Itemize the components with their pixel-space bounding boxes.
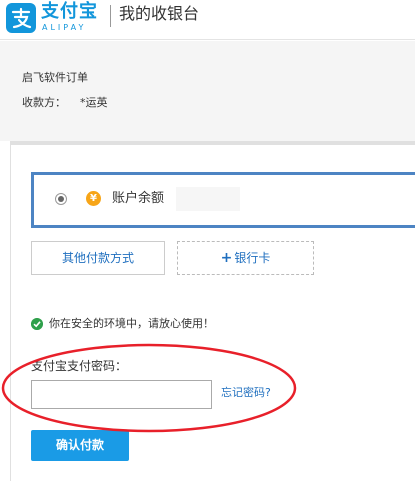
radio-selected-dot — [58, 196, 64, 202]
balance-amount-field — [176, 187, 240, 211]
yen-icon: ¥ — [86, 191, 101, 206]
plus-icon: + — [220, 250, 233, 266]
payee-value: *运英 — [80, 96, 108, 109]
bank-card-label: 银行卡 — [234, 251, 271, 265]
payee-label: 收款方： — [22, 96, 66, 109]
password-label: 支付宝支付密码： — [31, 359, 128, 373]
balance-radio[interactable] — [55, 193, 67, 205]
security-message: 你在安全的环境中，请放心使用！ — [49, 317, 214, 330]
order-info-band — [0, 41, 415, 141]
logo-subtitle: ALIPAY — [42, 23, 87, 32]
cashier-page: 支付宝 ALIPAY 我的收银台 启飞软件订单 收款方： *运英 ¥ 账户余额 … — [0, 0, 415, 481]
confirm-payment-button[interactable]: 确认付款 — [31, 430, 129, 461]
forgot-password-link[interactable]: 忘记密码? — [221, 386, 271, 400]
logo-name: 支付宝 — [41, 1, 98, 22]
order-name: 启飞软件订单 — [22, 71, 88, 84]
header-divider — [110, 5, 111, 27]
page-title: 我的收银台 — [119, 4, 200, 23]
balance-label: 账户余额 — [112, 191, 165, 206]
payment-password-input[interactable] — [31, 380, 212, 409]
add-bank-card-button[interactable]: + 银行卡 — [177, 241, 314, 275]
check-circle-icon — [31, 318, 43, 330]
header: 支付宝 ALIPAY 我的收银台 — [0, 0, 415, 40]
other-payment-methods-button[interactable]: 其他付款方式 — [31, 241, 165, 275]
alipay-logo-icon — [6, 3, 36, 33]
